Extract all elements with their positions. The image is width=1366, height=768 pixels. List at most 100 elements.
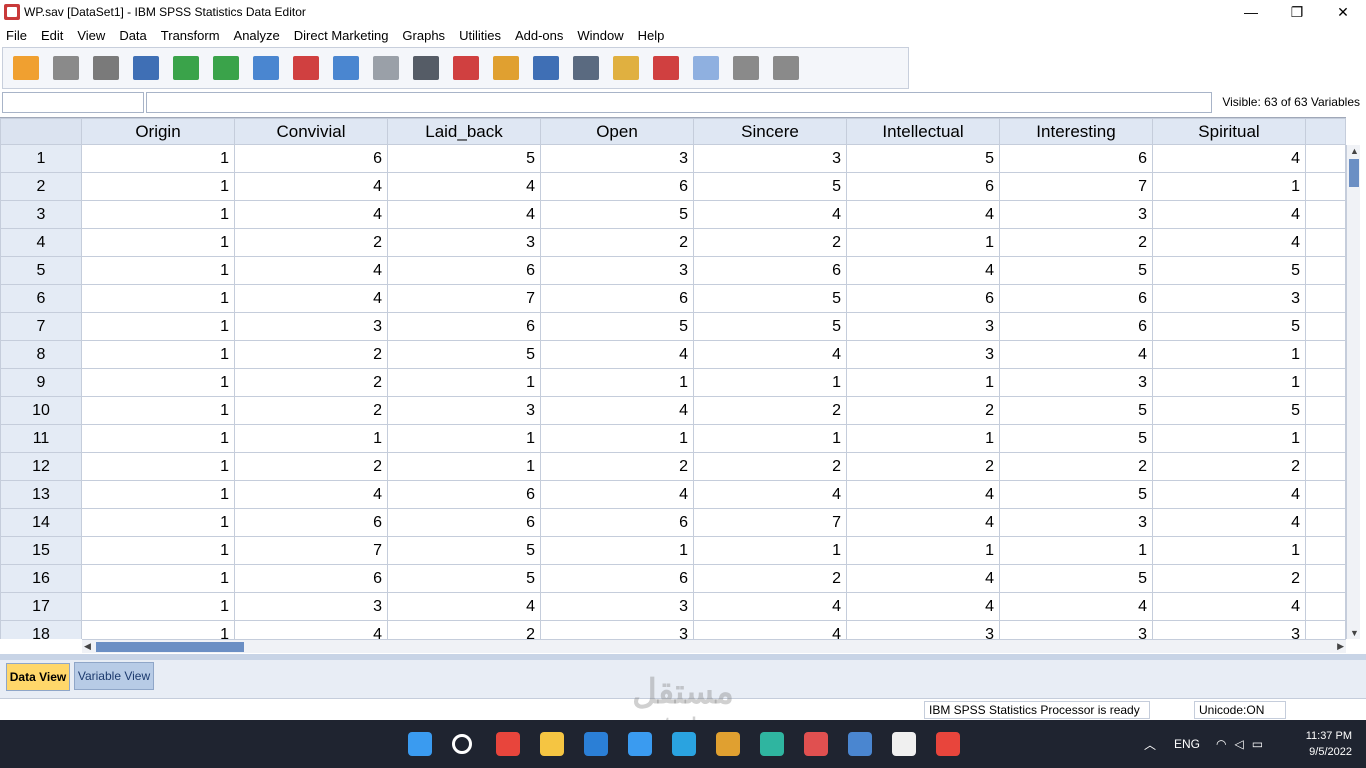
data-cell[interactable]: 1: [81, 172, 235, 201]
data-cell[interactable]: 6: [540, 284, 694, 313]
data-cell-empty[interactable]: [1305, 620, 1346, 639]
data-cell[interactable]: 4: [234, 620, 388, 639]
show-all-variables-button[interactable]: [729, 51, 763, 85]
data-cell[interactable]: 4: [846, 256, 1000, 285]
data-cell[interactable]: 5: [999, 396, 1153, 425]
insert-cases-button[interactable]: [449, 51, 483, 85]
data-cell[interactable]: 4: [234, 200, 388, 229]
data-cell[interactable]: 1: [81, 620, 235, 639]
close-button[interactable]: ✕: [1320, 0, 1366, 24]
data-cell-empty[interactable]: [1305, 256, 1346, 285]
menu-analyze[interactable]: Analyze: [234, 28, 280, 43]
row-header[interactable]: 10: [0, 396, 82, 425]
data-cell[interactable]: 1: [81, 536, 235, 565]
data-cell[interactable]: 2: [846, 396, 1000, 425]
data-cell[interactable]: 6: [234, 564, 388, 593]
data-cell[interactable]: 2: [693, 228, 847, 257]
column-header-laid-back[interactable]: Laid_back: [387, 118, 541, 145]
data-cell[interactable]: 4: [693, 480, 847, 509]
data-cell[interactable]: 1: [846, 536, 1000, 565]
save-button[interactable]: [49, 51, 83, 85]
data-cell[interactable]: 2: [1152, 564, 1306, 593]
data-cell[interactable]: 5: [387, 564, 541, 593]
data-cell[interactable]: 4: [540, 480, 694, 509]
data-cell[interactable]: 1: [81, 200, 235, 229]
data-cell[interactable]: 2: [234, 452, 388, 481]
data-cell[interactable]: 6: [846, 284, 1000, 313]
row-header[interactable]: 11: [0, 424, 82, 453]
data-cell[interactable]: 2: [234, 396, 388, 425]
data-cell[interactable]: 1: [1152, 536, 1306, 565]
data-cell[interactable]: 5: [387, 340, 541, 369]
data-cell[interactable]: 1: [1152, 368, 1306, 397]
data-cell[interactable]: 5: [999, 564, 1153, 593]
data-cell[interactable]: 7: [693, 508, 847, 537]
recall-dialog-button[interactable]: [129, 51, 163, 85]
data-cell[interactable]: 1: [846, 424, 1000, 453]
data-cell[interactable]: 3: [846, 312, 1000, 341]
row-header[interactable]: 3: [0, 200, 82, 229]
data-cell[interactable]: 3: [540, 620, 694, 639]
edge-icon[interactable]: [760, 732, 784, 756]
data-cell[interactable]: 3: [999, 620, 1153, 639]
chevron-up-icon[interactable]: ︿: [1144, 736, 1156, 753]
data-cell[interactable]: 2: [999, 228, 1153, 257]
cell-name-field[interactable]: [2, 92, 144, 113]
data-cell[interactable]: 1: [1152, 340, 1306, 369]
data-cell[interactable]: 3: [1152, 284, 1306, 313]
row-header[interactable]: 5: [0, 256, 82, 285]
data-cell[interactable]: 4: [693, 592, 847, 621]
data-cell[interactable]: 4: [846, 480, 1000, 509]
redo-button[interactable]: [209, 51, 243, 85]
data-cell-empty[interactable]: [1305, 536, 1346, 565]
column-header-origin[interactable]: Origin: [81, 118, 235, 145]
data-cell[interactable]: 5: [693, 284, 847, 313]
data-cell[interactable]: 4: [693, 200, 847, 229]
data-cell[interactable]: 2: [693, 396, 847, 425]
print-button[interactable]: [89, 51, 123, 85]
windows-start-icon[interactable]: [408, 732, 432, 756]
data-cell-empty[interactable]: [1305, 424, 1346, 453]
use-sets-button[interactable]: [689, 51, 723, 85]
data-cell[interactable]: 1: [387, 452, 541, 481]
weight-cases-button[interactable]: [569, 51, 603, 85]
data-cell[interactable]: 4: [234, 480, 388, 509]
column-header-sincere[interactable]: Sincere: [693, 118, 847, 145]
data-cell[interactable]: 4: [540, 396, 694, 425]
data-cell[interactable]: 2: [540, 228, 694, 257]
data-cell[interactable]: 3: [234, 592, 388, 621]
data-cell[interactable]: 5: [693, 312, 847, 341]
column-header-intellectual[interactable]: Intellectual: [846, 118, 1000, 145]
undo-button[interactable]: [169, 51, 203, 85]
open-folder-button[interactable]: [9, 51, 43, 85]
column-header-next[interactable]: [1305, 118, 1346, 145]
data-cell[interactable]: 1: [846, 368, 1000, 397]
data-cell[interactable]: 3: [387, 396, 541, 425]
data-cell[interactable]: 1: [81, 424, 235, 453]
data-cell-empty[interactable]: [1305, 480, 1346, 509]
tab-variable-view[interactable]: Variable View: [74, 662, 154, 690]
column-header-interesting[interactable]: Interesting: [999, 118, 1153, 145]
data-cell[interactable]: 2: [846, 452, 1000, 481]
row-header[interactable]: 17: [0, 592, 82, 621]
wifi-icon[interactable]: ◠: [1216, 737, 1226, 751]
snipping-tool-icon[interactable]: [804, 732, 828, 756]
scroll-up-arrow-icon[interactable]: ▲: [1350, 146, 1359, 156]
menu-graphs[interactable]: Graphs: [402, 28, 445, 43]
menu-utilities[interactable]: Utilities: [459, 28, 501, 43]
data-cell-empty[interactable]: [1305, 228, 1346, 257]
data-cell[interactable]: 4: [693, 340, 847, 369]
data-cell[interactable]: 2: [693, 564, 847, 593]
tab-data-view[interactable]: Data View: [6, 663, 70, 691]
data-cell[interactable]: 1: [81, 284, 235, 313]
data-cell[interactable]: 2: [540, 452, 694, 481]
mail-icon[interactable]: [584, 732, 608, 756]
data-cell[interactable]: 4: [540, 340, 694, 369]
data-cell[interactable]: 1: [693, 368, 847, 397]
menu-help[interactable]: Help: [638, 28, 665, 43]
taskbar-clock[interactable]: 11:37 PM 9/5/2022: [1306, 728, 1352, 760]
menu-file[interactable]: File: [6, 28, 27, 43]
data-cell[interactable]: 4: [1152, 592, 1306, 621]
data-cell-empty[interactable]: [1305, 284, 1346, 313]
data-cell[interactable]: 2: [234, 340, 388, 369]
